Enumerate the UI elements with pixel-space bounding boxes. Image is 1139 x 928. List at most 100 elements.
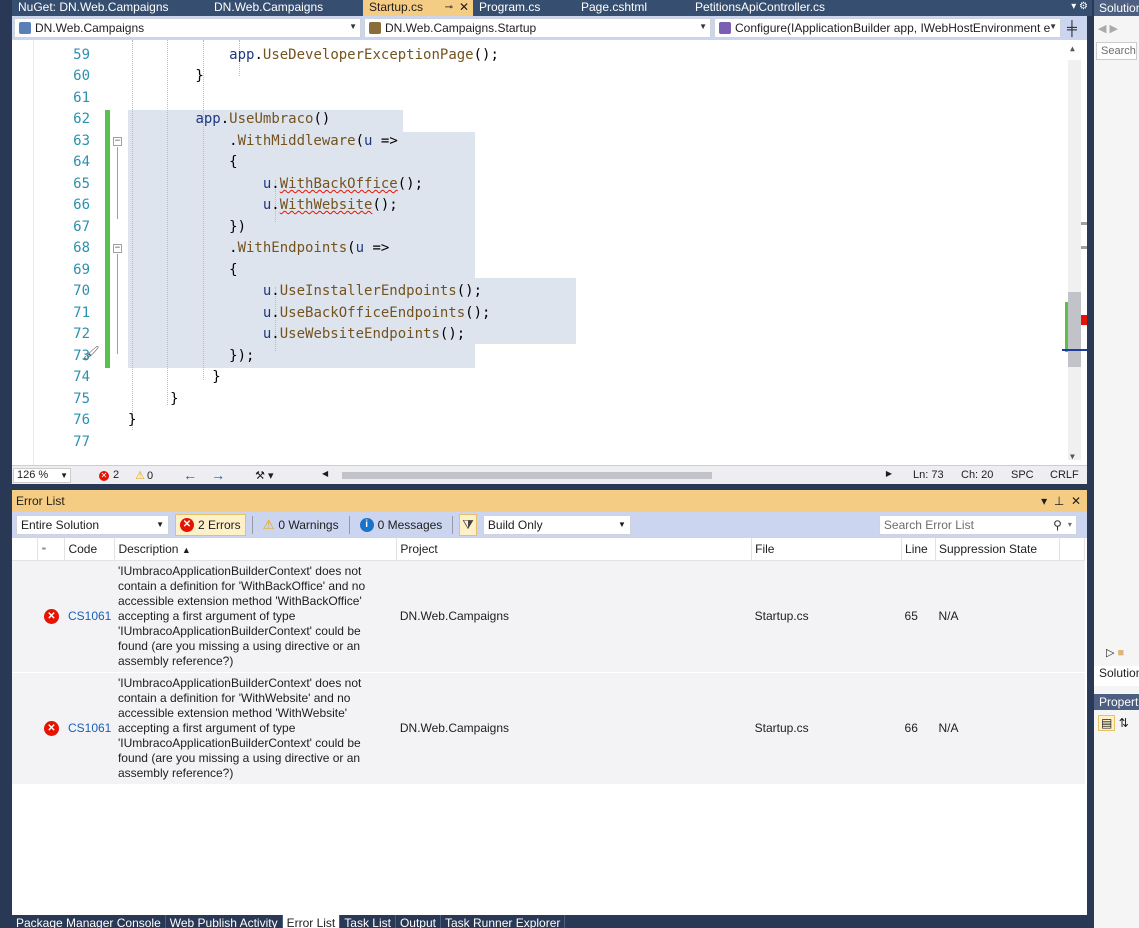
tab-startup[interactable]: Startup.cs ⊸ ✕ [363,0,473,16]
line-ending-indicator[interactable]: CRLF [1050,469,1079,481]
solution-explorer-title[interactable]: Solution [1094,0,1139,16]
column-label: Code [68,541,98,556]
chevron-down-icon: ▼ [156,520,164,529]
filter-column-header[interactable]: ⁼ [37,538,66,561]
warnings-filter-button[interactable]: ⚠ 0 Warnings [259,514,343,536]
horizontal-scrollbar[interactable]: ◀ ▶ [322,469,892,481]
tab-output[interactable]: Output [396,915,441,928]
tab-web-publish-activity[interactable]: Web Publish Activity [166,915,283,928]
split-window-icon[interactable]: ╪ [1064,20,1080,36]
tab-program[interactable]: Program.cs [473,0,575,16]
errors-filter-button[interactable]: ✕ 2 Errors [175,514,246,536]
solution-tree[interactable] [1094,62,1139,646]
navigate-forward-icon[interactable]: → [211,467,225,483]
messages-filter-button[interactable]: i0 Messages [356,514,447,536]
chevron-right-icon[interactable]: ▷ [1106,647,1114,659]
back-icon[interactable]: ◀ [1098,23,1106,35]
tab-nuget[interactable]: NuGet: DN.Web.Campaigns [12,0,208,16]
code-text: } [128,369,221,385]
separator [251,516,253,534]
member-dropdown[interactable]: Configure(IApplicationBuilder app, IWebH… [714,18,1061,38]
properties-title[interactable]: Propertie [1094,694,1139,710]
code-cell[interactable]: CS1061 [64,560,115,673]
scope-dropdown[interactable]: Entire Solution ▼ [16,515,169,535]
tree-item[interactable]: ▷ ■ [1094,646,1139,666]
pin-icon[interactable]: ⊸ [445,0,453,15]
project-icon [19,22,31,34]
table-row[interactable]: ✕ CS1061 'IUmbracoApplicationBuilderCont… [12,560,1085,673]
close-icon[interactable]: ✕ [459,0,469,15]
forward-icon[interactable]: ▶ [1110,23,1118,35]
scroll-thumb[interactable] [1068,292,1081,367]
warning-icon: ⚠ [262,517,275,532]
severity-column-header[interactable] [12,538,39,561]
panel-window-controls[interactable]: ▾ ⊥ ✕ [1041,490,1081,512]
error-code-link[interactable]: CS1061 [68,609,111,623]
tab-error-list[interactable]: Error List [282,915,341,928]
type-dropdown[interactable]: DN.Web.Campaigns.Startup ▼ [364,18,711,38]
code-line: 69 { [12,260,1062,282]
zoom-dropdown[interactable]: 126 % ▼ [13,467,71,483]
error-code-link[interactable]: CS1061 [68,721,111,735]
table-row[interactable]: ✕ CS1061 'IUmbracoApplicationBuilderCont… [12,672,1085,785]
left-tool-strip [0,0,12,928]
tab-label: Page.cshtml [581,0,648,14]
scroll-left-icon[interactable]: ◀ [322,469,328,478]
pin-icon[interactable]: ⊥ [1054,494,1064,508]
error-list-search-input[interactable]: Search Error List ⚲ ▾ [878,515,1077,535]
line-column-header[interactable]: Line [901,538,936,561]
line-number: 63 [73,133,90,149]
separator [452,516,454,534]
file-column-header[interactable]: File [751,538,903,561]
code-cleanup-icon[interactable]: ⚒ ▾ [255,469,273,482]
line-number: 72 [73,326,90,342]
column-label: Project [400,541,438,556]
vertical-scrollbar[interactable]: ▲ ▼ [1062,40,1087,465]
build-filter-dropdown[interactable]: Build Only ▼ [482,515,631,535]
tab-project[interactable]: DN.Web.Campaigns [208,0,363,16]
warnings-filter-label: 0 Warnings [278,518,339,532]
code-text: u.UseBackOfficeEndpoints(); [262,305,491,321]
close-icon[interactable]: ✕ [1071,494,1081,508]
solution-explorer-tab[interactable]: Solution [1094,666,1139,686]
separator [348,516,350,534]
code-cell[interactable]: CS1061 [64,672,115,785]
suppression-column-header[interactable]: Suppression State [935,538,1060,561]
member-name: Configure(IApplicationBuilder app, IWebH… [735,21,1051,35]
suppression-cell: N/A [935,672,1060,785]
warning-count-indicator[interactable]: ⚠ 0 [135,469,153,482]
tab-overflow-icons[interactable]: ▾ ⚙ [1071,0,1088,14]
code-editor[interactable]: − − 🖌 59 app.UseDeveloperExceptionPage()… [12,40,1087,465]
scroll-right-icon[interactable]: ▶ [886,469,892,478]
scroll-down-icon[interactable]: ▼ [1070,452,1075,461]
project-column-header[interactable]: Project [396,538,753,561]
scroll-up-icon[interactable]: ▲ [1070,44,1075,53]
tab-page[interactable]: Page.cshtml [575,0,689,16]
error-count: 2 [113,469,120,481]
description-column-header[interactable]: Description ▲ [114,538,398,561]
tab-task-list[interactable]: Task List [340,915,396,928]
line-number: 76 [73,412,90,428]
tab-label: PetitionsApiController.cs [695,0,826,14]
scroll-thumb[interactable] [342,472,712,479]
messages-filter-label: 0 Messages [377,518,443,532]
dropdown-icon[interactable]: ▾ [1041,494,1047,508]
code-column-header[interactable]: Code [64,538,116,561]
code-line: 74 } [12,367,1062,389]
filter-toggle-button[interactable]: ⧩ [459,514,477,536]
tab-task-runner-explorer[interactable]: Task Runner Explorer [441,915,566,928]
code-text: u.UseWebsiteEndpoints(); [262,326,466,342]
line-number: 69 [73,262,90,278]
solution-search-input[interactable]: Search S [1096,42,1137,60]
tab-petitions-controller[interactable]: PetitionsApiController.cs [689,0,864,16]
categorized-icon[interactable]: ▤ [1098,715,1116,731]
whitespace-indicator[interactable]: SPC [1011,469,1034,481]
navigate-back-icon[interactable]: ← [183,467,197,483]
project-dropdown[interactable]: DN.Web.Campaigns ▼ [14,18,361,38]
search-icon[interactable]: ⚲ [1053,516,1062,534]
error-count-indicator[interactable]: ✕ 2 [99,469,119,481]
code-line: 71 u.UseBackOfficeEndpoints(); [12,303,1062,325]
alphabetical-icon[interactable]: ⇅ [1119,716,1129,730]
tab-package-manager-console[interactable]: Package Manager Console [12,915,166,928]
scroll-track[interactable] [1068,60,1081,460]
